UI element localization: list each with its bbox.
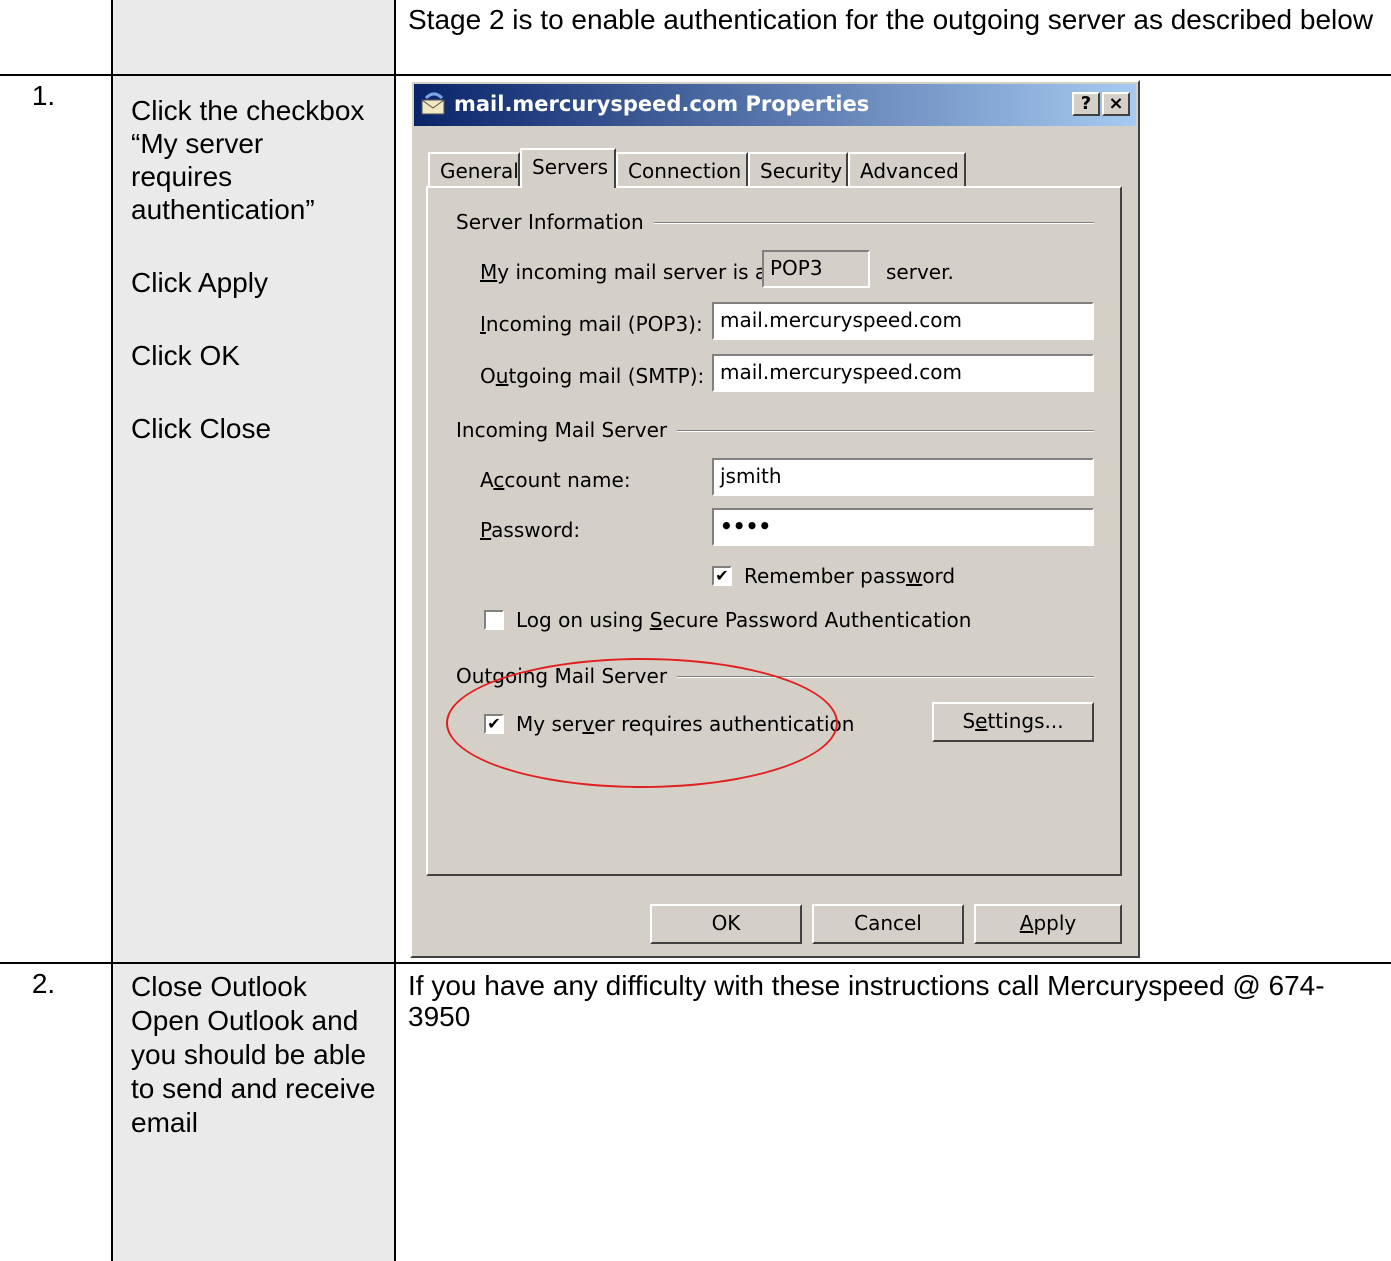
step-number: 1. xyxy=(31,80,56,111)
stage-description: Stage 2 is to enable authentication for … xyxy=(408,4,1374,35)
tab-connection[interactable]: Connection xyxy=(616,152,748,186)
account-name-label: Account name: xyxy=(480,468,631,492)
properties-dialog: mail.mercuryspeed.com Properties ? × Gen… xyxy=(410,80,1140,958)
dialog-titlebar[interactable]: mail.mercuryspeed.com Properties ? × xyxy=(414,84,1136,126)
step-instructions: Close Outlook Open Outlook and you shoul… xyxy=(131,971,376,1138)
outgoing-mail-label: Outgoing mail (SMTP): xyxy=(480,364,705,388)
step-instruction-item: Click Apply xyxy=(131,267,268,298)
tab-advanced[interactable]: Advanced xyxy=(848,152,966,186)
server-info-group-label: Server Information xyxy=(456,210,654,234)
password-label: Password: xyxy=(480,518,581,542)
settings-button[interactable]: Settings... xyxy=(932,702,1094,742)
secure-password-auth-checkbox[interactable] xyxy=(484,610,504,630)
step-number-cell xyxy=(0,0,113,76)
step-number-cell: 2. xyxy=(0,962,113,1261)
tab-servers[interactable]: Servers xyxy=(520,148,616,188)
incoming-server-group-label: Incoming Mail Server xyxy=(456,418,678,442)
account-name-field[interactable]: jsmith xyxy=(712,458,1094,496)
step-content-cell: If you have any difficulty with these in… xyxy=(394,962,1391,1261)
step-number-cell: 1. xyxy=(0,74,113,964)
dialog-title: mail.mercuryspeed.com Properties xyxy=(454,92,870,116)
step-instruction-item: Click Close xyxy=(131,413,272,444)
remember-password-checkbox[interactable]: ✔ xyxy=(712,566,732,586)
incoming-mail-label: Incoming mail (POP3): xyxy=(480,312,703,336)
step-instruction-item: Click the checkbox “My server requires a… xyxy=(131,95,365,225)
mail-account-icon xyxy=(421,92,445,115)
step-content-cell: Stage 2 is to enable authentication for … xyxy=(394,0,1391,76)
incoming-type-field: POP3 xyxy=(762,250,870,288)
cancel-button[interactable]: Cancel xyxy=(812,904,964,944)
table-row: 2. Close Outlook Open Outlook and you sh… xyxy=(0,962,1391,1261)
incoming-type-suffix: server. xyxy=(886,260,954,284)
step-instructions-cell: Click the checkbox “My server requires a… xyxy=(111,74,396,964)
servers-tab-panel: Server Information My incoming mail serv… xyxy=(426,186,1122,876)
server-requires-auth-label: My server requires authentication xyxy=(516,712,855,736)
step-number: 2. xyxy=(31,968,56,999)
tab-security[interactable]: Security xyxy=(748,152,848,186)
ok-button[interactable]: OK xyxy=(650,904,802,944)
secure-password-auth-label: Log on using Secure Password Authenticat… xyxy=(516,608,972,632)
step-instruction-item: Click OK xyxy=(131,340,240,371)
incoming-type-label: My incoming mail server is a xyxy=(480,260,768,284)
apply-button[interactable]: Apply xyxy=(974,904,1122,944)
incoming-mail-field[interactable]: mail.mercuryspeed.com xyxy=(712,302,1094,340)
remember-password-label: Remember password xyxy=(744,564,956,588)
close-button[interactable]: × xyxy=(1102,92,1130,116)
server-requires-auth-checkbox[interactable]: ✔ xyxy=(484,714,504,734)
tab-general[interactable]: General xyxy=(428,152,520,186)
password-field[interactable]: •••• xyxy=(712,508,1094,546)
step-instructions-cell xyxy=(111,0,396,76)
outgoing-server-group-label: Outgoing Mail Server xyxy=(456,664,678,688)
outgoing-mail-field[interactable]: mail.mercuryspeed.com xyxy=(712,354,1094,392)
table-row: Stage 2 is to enable authentication for … xyxy=(0,0,1391,76)
help-contact-text: If you have any difficulty with these in… xyxy=(408,970,1325,1032)
step-instructions: Click the checkbox “My server requires a… xyxy=(113,76,394,445)
help-button[interactable]: ? xyxy=(1072,92,1100,116)
step-instructions-cell: Close Outlook Open Outlook and you shoul… xyxy=(111,962,396,1261)
